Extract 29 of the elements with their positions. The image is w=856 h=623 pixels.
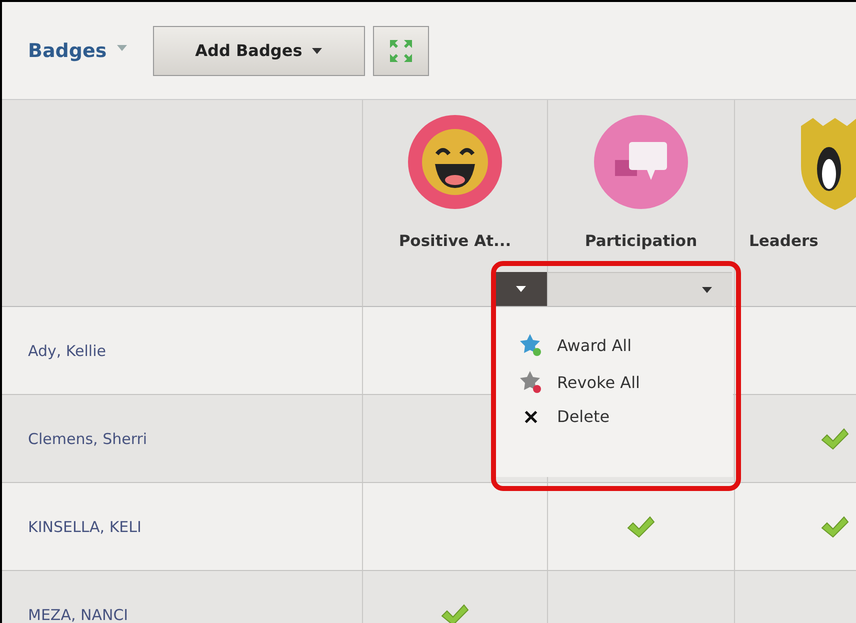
column-title: Positive At... xyxy=(398,232,512,250)
student-name[interactable]: Clemens, Sherri xyxy=(28,430,148,448)
check-icon xyxy=(440,602,470,623)
badge-cell[interactable] xyxy=(548,483,735,571)
add-badges-button[interactable]: Add Badges xyxy=(152,26,365,76)
check-icon xyxy=(820,426,850,450)
check-icon xyxy=(626,514,656,538)
laughing-face-badge-icon xyxy=(407,114,503,210)
caret-icon xyxy=(516,286,526,292)
check-icon xyxy=(820,514,850,538)
caret-icon[interactable] xyxy=(116,44,127,50)
caret-icon xyxy=(702,286,712,292)
menu-item[interactable]: Revoke All xyxy=(519,370,733,394)
badge-cell[interactable] xyxy=(363,483,548,571)
page-title[interactable]: Badges xyxy=(28,40,107,62)
speech-bubble-badge-icon xyxy=(593,114,689,210)
menu-item[interactable]: Delete xyxy=(519,407,733,426)
student-name[interactable]: Ady, Kellie xyxy=(28,342,106,360)
expand-icon xyxy=(388,38,414,64)
caret-icon xyxy=(312,48,322,54)
dropdown-toggle[interactable] xyxy=(494,272,547,306)
menu-item[interactable]: Award All xyxy=(519,333,733,357)
column-title: Participation xyxy=(584,232,698,250)
student-name[interactable]: KINSELLA, KELI xyxy=(28,518,142,536)
fullscreen-button[interactable] xyxy=(372,26,429,76)
column-title: Leaders xyxy=(748,232,818,250)
star-minus-icon xyxy=(519,370,543,394)
student-name[interactable]: MEZA, NANCI xyxy=(28,606,128,623)
star-plus-icon xyxy=(519,333,543,357)
